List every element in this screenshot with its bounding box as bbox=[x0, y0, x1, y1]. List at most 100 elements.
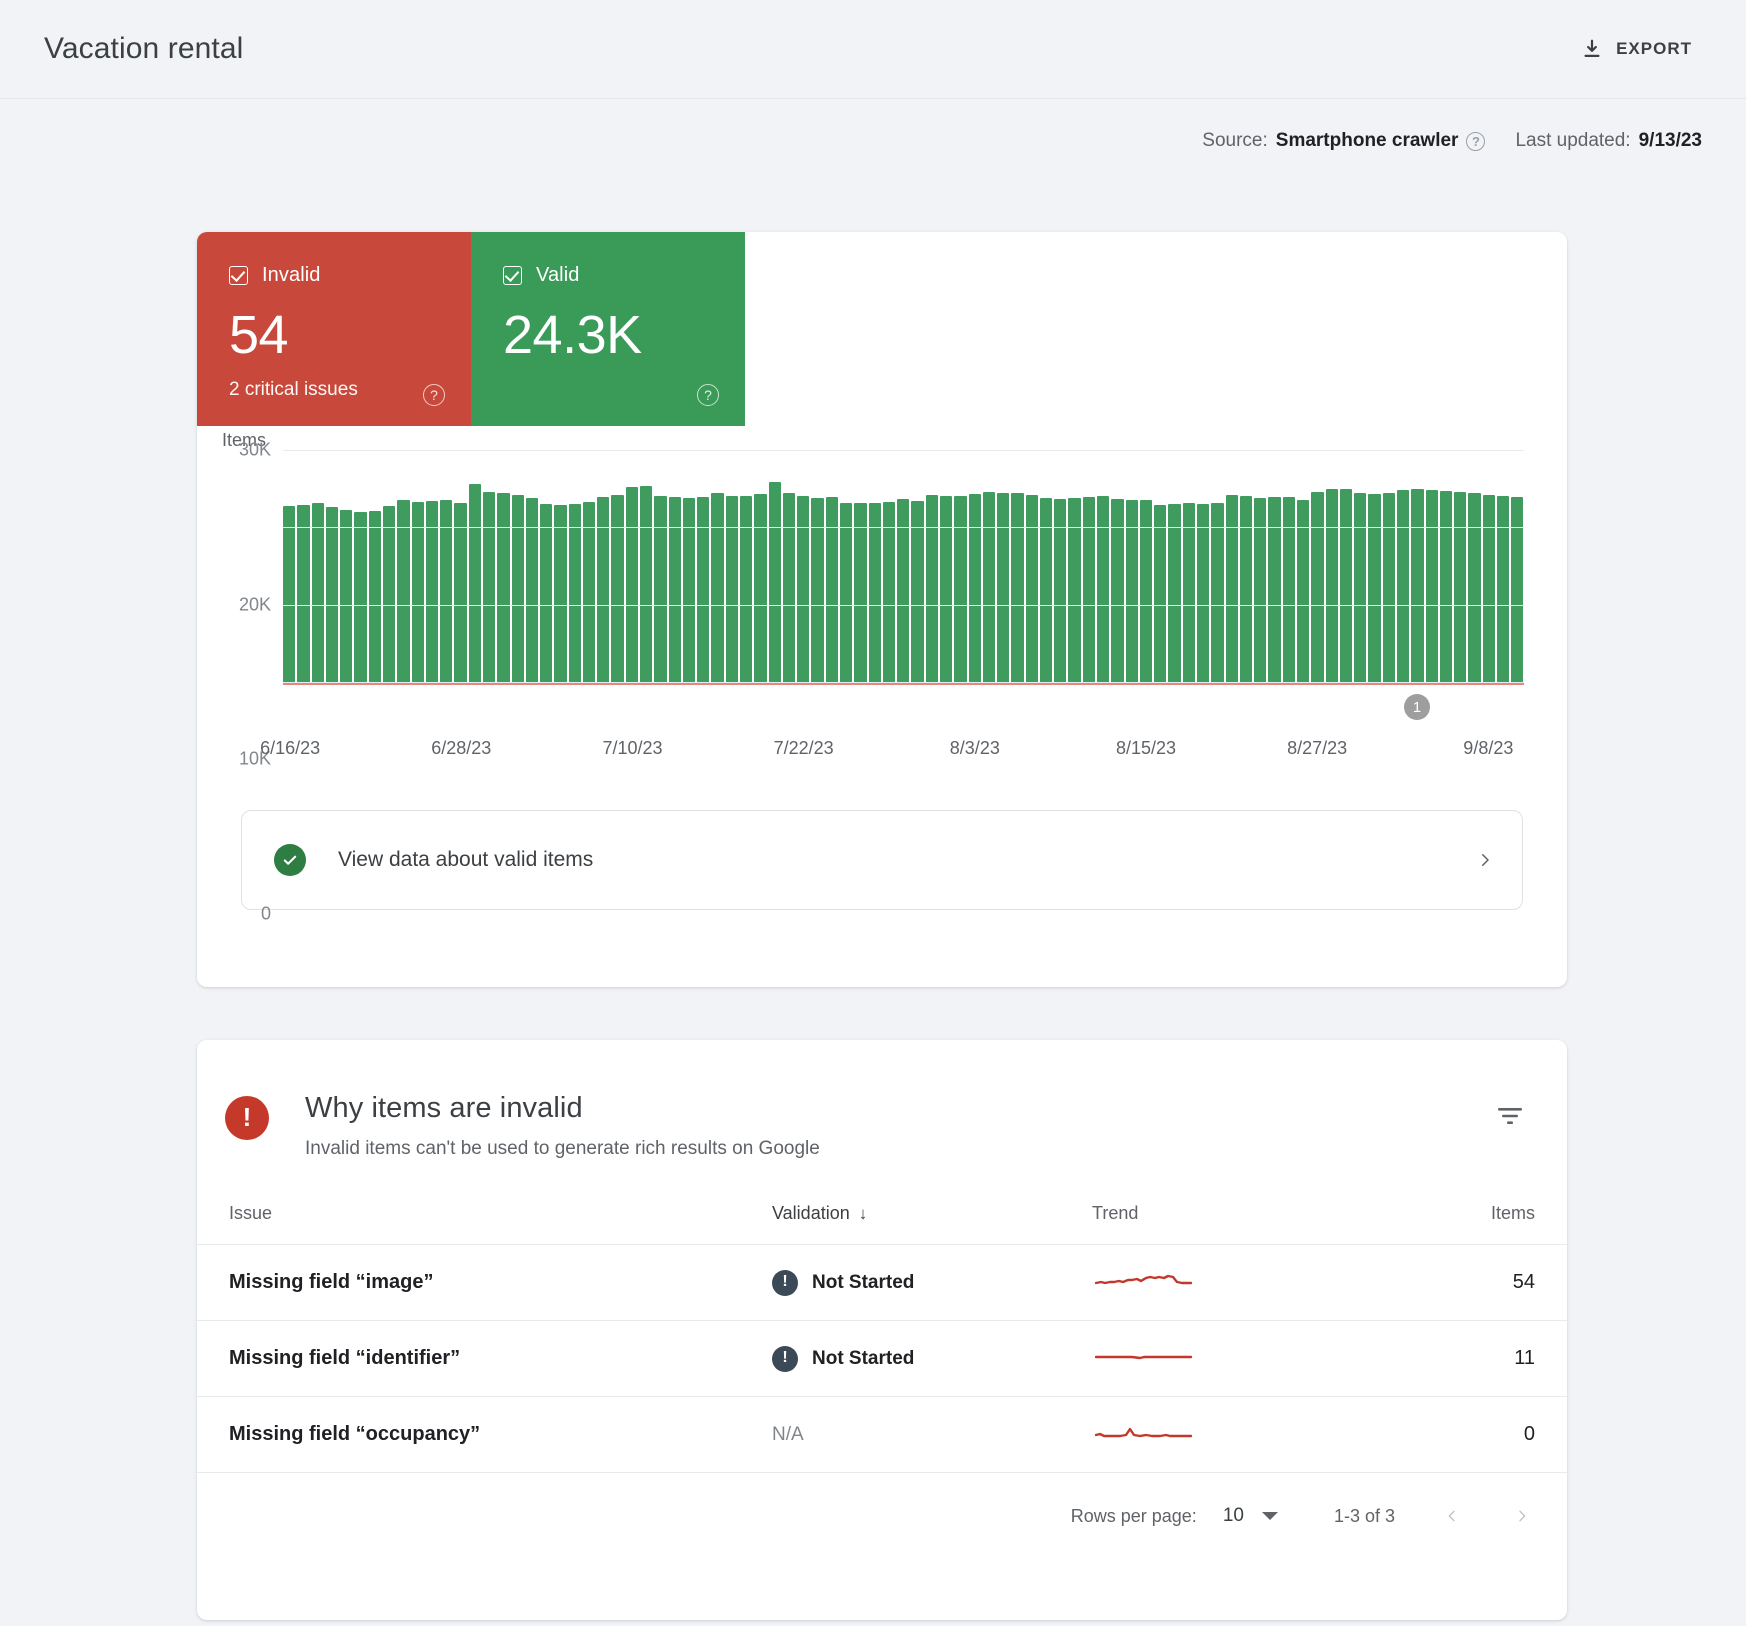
chart-bar[interactable] bbox=[1011, 493, 1023, 682]
chart-bar[interactable] bbox=[1168, 504, 1180, 682]
chart-bar[interactable] bbox=[754, 494, 766, 682]
chart-bar[interactable] bbox=[869, 503, 881, 682]
chart-bar[interactable] bbox=[1283, 497, 1295, 682]
view-valid-items-row[interactable]: View data about valid items bbox=[241, 810, 1523, 910]
chart-bar[interactable] bbox=[526, 498, 538, 682]
chart-bar[interactable] bbox=[1454, 492, 1466, 682]
chart-bar[interactable] bbox=[854, 503, 866, 682]
chart-bar[interactable] bbox=[783, 493, 795, 682]
chart-bar[interactable] bbox=[1397, 490, 1409, 682]
chart-bar[interactable] bbox=[1483, 495, 1495, 682]
chart-bar[interactable] bbox=[1040, 498, 1052, 682]
chart-bar[interactable] bbox=[883, 502, 895, 682]
checkbox-icon[interactable] bbox=[503, 266, 522, 285]
chart-bar[interactable] bbox=[497, 493, 509, 682]
chart-bar[interactable] bbox=[326, 507, 338, 682]
column-header-trend[interactable]: Trend bbox=[1092, 1203, 1422, 1245]
chart-bar[interactable] bbox=[1097, 496, 1109, 682]
chart-bar[interactable] bbox=[640, 486, 652, 682]
chart-bar[interactable] bbox=[1354, 493, 1366, 682]
chart-bar[interactable] bbox=[626, 487, 638, 682]
table-row[interactable]: Missing field “occupancy”N/A0 bbox=[197, 1397, 1567, 1473]
chart-bar[interactable] bbox=[983, 492, 995, 682]
chevron-down-icon[interactable] bbox=[1262, 1512, 1278, 1520]
status-tile-valid[interactable]: Valid 24.3K ? bbox=[471, 232, 745, 426]
help-icon[interactable]: ? bbox=[423, 384, 445, 406]
rows-per-page-value[interactable]: 10 bbox=[1223, 1505, 1244, 1527]
table-row[interactable]: Missing field “identifier”!Not Started11 bbox=[197, 1321, 1567, 1397]
chart-bar[interactable] bbox=[726, 496, 738, 682]
previous-page-button[interactable] bbox=[1439, 1503, 1465, 1529]
chart-bar[interactable] bbox=[383, 506, 395, 682]
chart-bar[interactable] bbox=[1426, 490, 1438, 682]
chart-bar[interactable] bbox=[512, 495, 524, 682]
column-header-issue[interactable]: Issue bbox=[197, 1203, 772, 1245]
chart-bar[interactable] bbox=[1440, 491, 1452, 682]
help-icon[interactable]: ? bbox=[1466, 132, 1485, 151]
chart-bar[interactable] bbox=[354, 512, 366, 682]
chart-bar[interactable] bbox=[369, 511, 381, 682]
export-button[interactable]: EXPORT bbox=[1571, 31, 1702, 67]
chart-bar[interactable] bbox=[1326, 489, 1338, 682]
chart-bar[interactable] bbox=[1368, 494, 1380, 682]
column-header-items[interactable]: Items bbox=[1422, 1203, 1567, 1245]
chart-bar[interactable] bbox=[1240, 496, 1252, 682]
next-page-button[interactable] bbox=[1509, 1503, 1535, 1529]
chart-bar[interactable] bbox=[340, 510, 352, 682]
chart-bar[interactable] bbox=[926, 495, 938, 682]
chart-bar[interactable] bbox=[1083, 497, 1095, 682]
chart-bar[interactable] bbox=[1026, 495, 1038, 682]
chart-bar[interactable] bbox=[1111, 499, 1123, 682]
chart-bar[interactable] bbox=[654, 496, 666, 682]
chart-bar[interactable] bbox=[483, 492, 495, 682]
chart-bar[interactable] bbox=[1468, 493, 1480, 682]
chart-bar[interactable] bbox=[797, 496, 809, 682]
chart-annotation-badge[interactable]: 1 bbox=[1404, 694, 1430, 720]
chart-bar[interactable] bbox=[840, 503, 852, 682]
table-row[interactable]: Missing field “image”!Not Started54 bbox=[197, 1245, 1567, 1321]
chart-bar[interactable] bbox=[1383, 493, 1395, 682]
chart-bar[interactable] bbox=[1197, 504, 1209, 682]
chart-bar[interactable] bbox=[469, 484, 481, 682]
chart-bar[interactable] bbox=[1226, 495, 1238, 682]
chart-bar[interactable] bbox=[297, 505, 309, 682]
chart-bar[interactable] bbox=[811, 498, 823, 682]
chart-bar[interactable] bbox=[1211, 503, 1223, 682]
chart-bar[interactable] bbox=[1511, 497, 1523, 682]
chart-bar[interactable] bbox=[1068, 498, 1080, 682]
chart-bar[interactable] bbox=[940, 496, 952, 682]
chart-plot-area[interactable]: 010K20K30K1 bbox=[283, 450, 1524, 682]
chart-bar[interactable] bbox=[1254, 498, 1266, 682]
chart-bar[interactable] bbox=[740, 496, 752, 682]
chart-bar[interactable] bbox=[611, 495, 623, 682]
chart-bar[interactable] bbox=[954, 496, 966, 682]
chart-bar[interactable] bbox=[669, 497, 681, 682]
chart-bar[interactable] bbox=[1154, 505, 1166, 682]
status-tile-invalid[interactable]: Invalid 54 2 critical issues ? bbox=[197, 232, 471, 426]
chart-bar[interactable] bbox=[312, 503, 324, 682]
chart-bar[interactable] bbox=[283, 506, 295, 682]
column-header-validation[interactable]: Validation↓ bbox=[772, 1203, 1092, 1245]
chart-bar[interactable] bbox=[454, 503, 466, 682]
chart-bar[interactable] bbox=[697, 497, 709, 682]
chart-bar[interactable] bbox=[897, 499, 909, 682]
chart-bar[interactable] bbox=[583, 502, 595, 682]
chart-bar[interactable] bbox=[769, 482, 781, 682]
chart-bar[interactable] bbox=[826, 497, 838, 682]
chart-bar[interactable] bbox=[1183, 503, 1195, 682]
chart-bar[interactable] bbox=[997, 493, 1009, 682]
chart-bar[interactable] bbox=[1340, 489, 1352, 682]
chart-bar[interactable] bbox=[969, 494, 981, 682]
filter-icon[interactable] bbox=[1497, 1106, 1523, 1126]
chart-bar[interactable] bbox=[1268, 497, 1280, 682]
chart-bar[interactable] bbox=[569, 504, 581, 682]
chart-bar[interactable] bbox=[554, 505, 566, 682]
chart-bar[interactable] bbox=[540, 504, 552, 682]
help-icon[interactable]: ? bbox=[697, 384, 719, 406]
chart-bar[interactable] bbox=[711, 493, 723, 682]
chart-bar[interactable] bbox=[597, 497, 609, 682]
chart-bar[interactable] bbox=[1311, 492, 1323, 682]
chart-bar[interactable] bbox=[683, 498, 695, 682]
chart-bar[interactable] bbox=[1497, 496, 1509, 682]
chart-bar[interactable] bbox=[1054, 499, 1066, 682]
